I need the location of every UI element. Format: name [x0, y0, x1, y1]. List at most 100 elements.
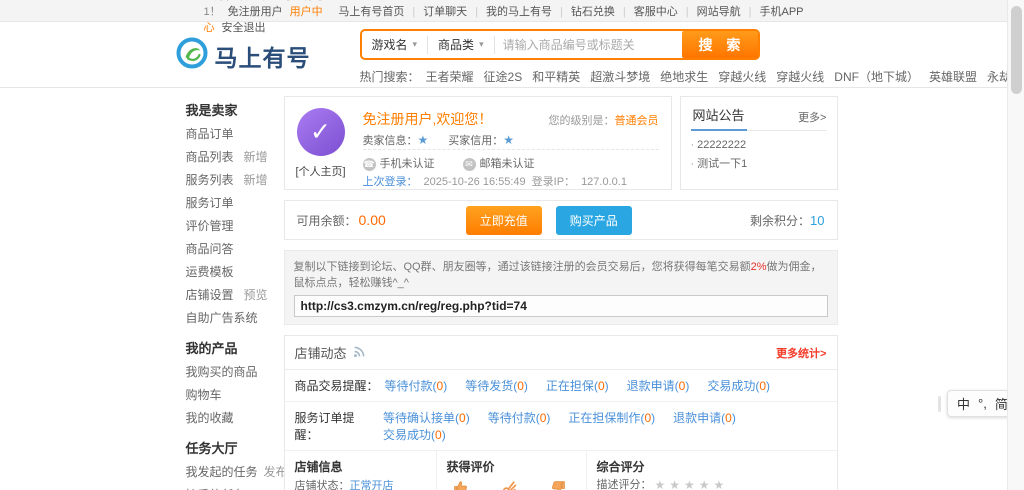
order-status-link[interactable]: 等待付款0	[488, 411, 551, 425]
sidebar-section-tasks-items: 我发起的任务 发布 接手的任务	[186, 460, 278, 490]
hot-search-link[interactable]: 英雄联盟	[929, 70, 977, 84]
hot-search-link[interactable]: 王者荣耀	[426, 70, 474, 84]
ratings-column: 获得评价 好评 0 中评 0	[437, 451, 587, 490]
sidebar-item-label: 商品问答	[186, 240, 234, 257]
scores-column: 综合评分 描述评分：0.00 ★★★★★ 发货评分：0.00	[587, 451, 837, 490]
order-status-link[interactable]: 退款申请0	[627, 379, 690, 393]
referral-link-input[interactable]	[294, 295, 828, 317]
more-stats-link[interactable]: 更多统计>	[776, 345, 826, 361]
announcement-panel: 网站公告 更多> 22222222测试一下1	[680, 96, 838, 190]
homepage-link[interactable]: [个人主页]	[291, 163, 351, 179]
sidebar-section-seller-items: 商品订单 商品列表 新增 服务列表 新增	[186, 122, 278, 329]
announcement-tab[interactable]: 网站公告	[691, 105, 747, 131]
search-input[interactable]	[495, 38, 682, 52]
topbar-link[interactable]: 订单聊天	[404, 6, 467, 18]
phone-status[interactable]: ☎手机未认证	[363, 155, 435, 171]
sidebar-item[interactable]: 我发起的任务 发布	[186, 460, 268, 483]
buy-product-button[interactable]: 购买产品	[556, 206, 632, 235]
hot-search-link[interactable]: 穿越火线	[776, 70, 824, 84]
avatar[interactable]: ✓	[297, 108, 345, 156]
sidebar-item[interactable]: 商品订单	[186, 122, 268, 145]
topbar-link[interactable]: 我的马上有号	[467, 6, 552, 18]
email-status[interactable]: ✉邮箱未认证	[463, 155, 535, 171]
check-icon: ✓	[310, 117, 331, 147]
mail-icon: ✉	[463, 158, 476, 171]
order-status-count: 0	[640, 411, 655, 425]
scrollbar-thumb[interactable]	[1011, 6, 1022, 94]
hot-search-link[interactable]: 穿越火线	[718, 70, 766, 84]
order-status-link[interactable]: 等待付款0	[385, 379, 448, 393]
good-rating: 好评 0	[447, 479, 477, 490]
ime-punctuation-toggle[interactable]: °,	[978, 396, 987, 411]
sidebar-item[interactable]: 购物车	[186, 383, 268, 406]
order-status-link[interactable]: 等待确认接单0	[383, 411, 470, 425]
phone-icon: ☎	[363, 158, 376, 171]
hot-search-link[interactable]: 超激斗梦境	[590, 70, 650, 84]
ime-language-toggle[interactable]: 中	[957, 394, 970, 413]
announcement-item[interactable]: 测试一下1	[691, 155, 827, 174]
search-button[interactable]: 搜 索	[682, 31, 758, 58]
sidebar-item[interactable]: 我购买的商品	[186, 360, 268, 383]
hot-search-link[interactable]: DNF（地下城）	[834, 70, 919, 84]
order-status-label: 退款申请	[627, 379, 675, 393]
topbar-link[interactable]: 客服中心	[615, 6, 678, 18]
category-filter-dropdown[interactable]: 商品类 ▾	[428, 36, 495, 54]
sidebar-item-label: 购物车	[186, 386, 222, 403]
score-row: 描述评分：0.00 ★★★★★	[597, 479, 827, 490]
sidebar-item-label: 我购买的商品	[186, 363, 258, 380]
ime-drag-handle[interactable]	[938, 396, 941, 412]
scrollbar-track[interactable]	[1007, 0, 1024, 490]
topbar-link[interactable]: 网站导航	[678, 6, 741, 18]
sidebar-item-extra-link[interactable]: 新增	[243, 171, 267, 188]
order-status-link[interactable]: 交易成功0	[707, 379, 770, 393]
game-filter-dropdown[interactable]: 游戏名 ▾	[362, 36, 429, 54]
recharge-button[interactable]: 立即充值	[466, 206, 542, 235]
announcement-more-link[interactable]: 更多>	[798, 109, 826, 130]
sidebar-item-label: 商品订单	[186, 125, 234, 142]
main-content: ✓ [个人主页] 免注册用户,欢迎您！ 您的级别是：普通会员 卖家信息：★买家信…	[284, 96, 838, 490]
hot-search-links: 王者荣耀征途2S和平精英超激斗梦境绝地求生穿越火线穿越火线DNF（地下城）英雄联…	[426, 70, 1024, 84]
announcement-item[interactable]: 22222222	[691, 136, 827, 155]
hot-search-link[interactable]: 征途2S	[484, 70, 523, 84]
sidebar-item-extra-link[interactable]: 新增	[243, 148, 267, 165]
sidebar-item[interactable]: 我的收藏	[186, 406, 268, 429]
sidebar-item[interactable]: 店铺设置 预览	[186, 283, 268, 306]
sidebar-item-extra-link[interactable]: 预览	[243, 286, 267, 303]
sidebar-item-label: 自助广告系统	[186, 309, 258, 326]
topbar-link[interactable]: 钻石兑换	[552, 6, 615, 18]
sidebar-item[interactable]: 评价管理	[186, 214, 268, 237]
star-icon: ★	[503, 133, 514, 147]
sidebar-item-label: 店铺设置	[186, 286, 234, 303]
sidebar-item[interactable]: 服务订单	[186, 191, 268, 214]
site-logo[interactable]: 马上有号	[176, 37, 311, 74]
order-status-link[interactable]: 正在担保0	[546, 379, 609, 393]
sidebar-item[interactable]: 接手的任务	[186, 483, 268, 490]
hot-search-link[interactable]: 和平精英	[532, 70, 580, 84]
sidebar-item-label: 运费模板	[186, 263, 234, 280]
order-status-link[interactable]: 交易成功0	[383, 428, 446, 442]
hot-search-link[interactable]: 绝地求生	[660, 70, 708, 84]
sidebar-item-label: 评价管理	[186, 217, 234, 234]
chevron-down-icon: ▾	[413, 39, 418, 50]
order-status-link[interactable]: 退款申请0	[673, 411, 736, 425]
sidebar-item[interactable]: 商品问答	[186, 237, 268, 260]
sidebar-item[interactable]: 服务列表 新增	[186, 168, 268, 191]
sidebar-item-label: 我的收藏	[186, 409, 234, 426]
member-level-link[interactable]: 普通会员	[615, 115, 659, 127]
topbar-link[interactable]: 手机APP	[741, 6, 804, 18]
sidebar-item[interactable]: 自助广告系统	[186, 306, 268, 329]
order-status-link[interactable]: 正在担保制作0	[568, 411, 655, 425]
sidebar-item[interactable]: 运费模板	[186, 260, 268, 283]
order-status-label: 正在担保制作	[568, 411, 640, 425]
last-login-link[interactable]: 上次登录：	[363, 176, 418, 188]
ime-charset-toggle[interactable]: 简	[995, 394, 1008, 413]
sidebar-item[interactable]: 商品列表 新增	[186, 145, 268, 168]
bad-rating: 差评 0	[543, 479, 573, 490]
order-status-label: 等待发货	[465, 379, 513, 393]
order-status-link[interactable]: 等待发货0	[465, 379, 528, 393]
shop-status-link[interactable]: 正常开店	[350, 480, 394, 490]
service-reminder-label: 服务订单提醒：	[295, 409, 378, 443]
member-level-label: 您的级别是：	[549, 115, 615, 127]
sidebar-section-seller: 我是卖家	[186, 100, 278, 119]
topbar-link[interactable]: 马上有号首页	[338, 6, 404, 18]
